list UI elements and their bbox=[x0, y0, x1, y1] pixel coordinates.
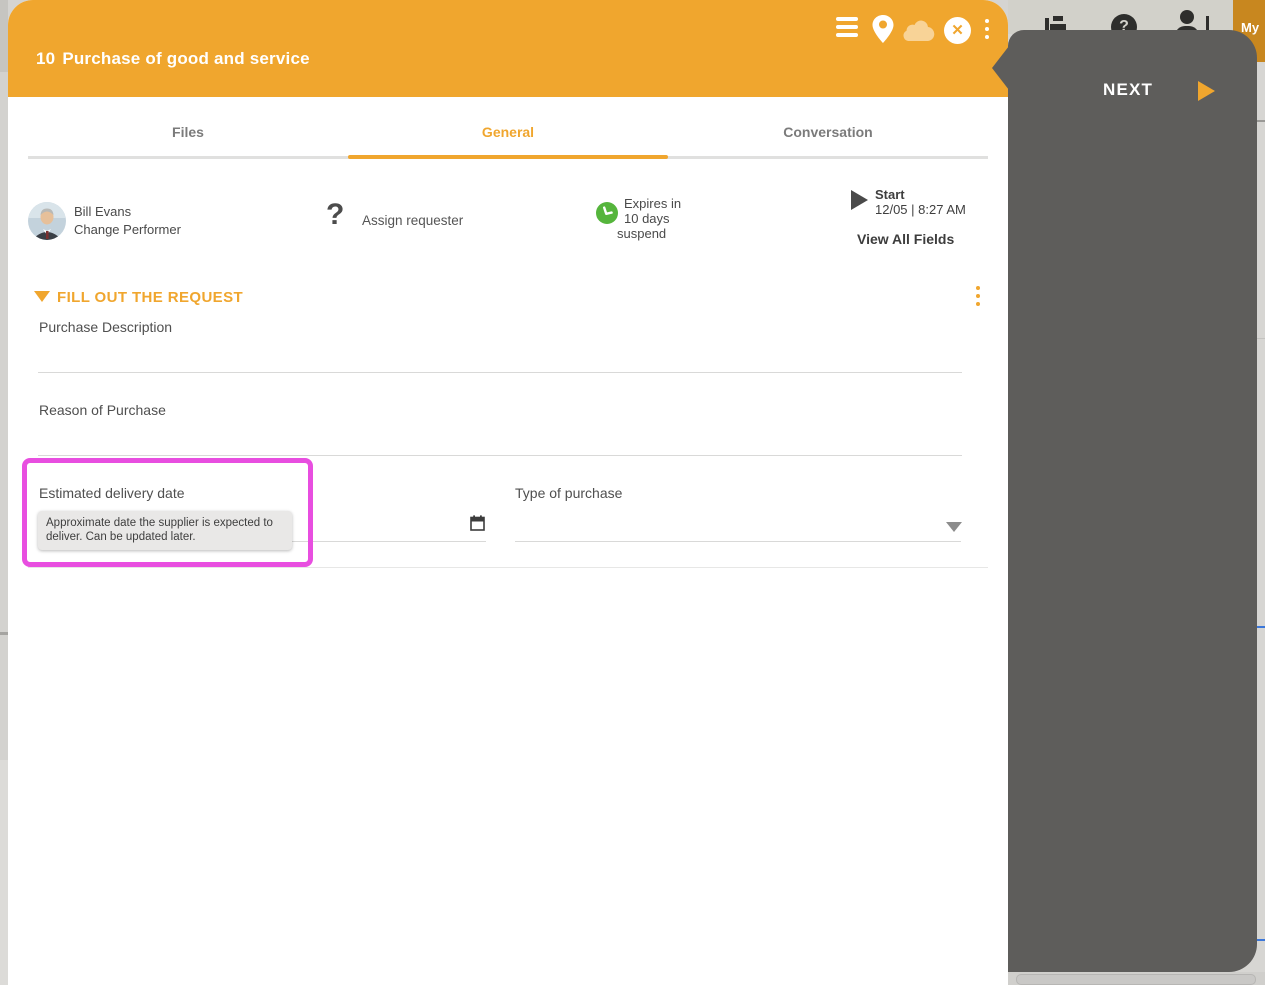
cloud-icon[interactable] bbox=[901, 17, 935, 46]
card-title-text: Purchase of good and service bbox=[62, 49, 310, 68]
screen: ? My 10 Purchase of good and service ✕ F… bbox=[0, 0, 1265, 985]
purchase-description-input[interactable] bbox=[38, 372, 962, 373]
expiry-line3: suspend bbox=[617, 226, 667, 241]
purchase-description-label: Purchase Description bbox=[39, 319, 173, 335]
view-all-fields-button[interactable]: View All Fields bbox=[857, 231, 954, 247]
background-blue-line bbox=[1257, 939, 1265, 941]
triangle-down-icon[interactable] bbox=[34, 291, 50, 302]
reason-of-purchase-label: Reason of Purchase bbox=[39, 402, 166, 418]
card-modal: 10 Purchase of good and service ✕ Files bbox=[8, 0, 1008, 985]
assign-requester-link[interactable]: Assign requester bbox=[362, 213, 463, 228]
dropdown-caret-icon[interactable] bbox=[946, 522, 962, 532]
next-button[interactable]: NEXT bbox=[1103, 80, 1153, 100]
performer-name: Bill Evans bbox=[74, 204, 132, 219]
avatar[interactable] bbox=[28, 202, 66, 240]
background-left-strip bbox=[0, 0, 8, 985]
corner-label: My bbox=[1241, 20, 1260, 35]
play-icon bbox=[851, 190, 868, 210]
start-label: Start bbox=[875, 187, 905, 202]
start-datetime: 12/05 | 8:27 AM bbox=[875, 202, 966, 217]
type-of-purchase-select[interactable] bbox=[515, 541, 961, 542]
question-mark-icon[interactable]: ? bbox=[326, 198, 344, 232]
tab-general[interactable]: General bbox=[482, 124, 534, 140]
expiry-line2: 10 days bbox=[624, 211, 670, 226]
next-play-icon[interactable] bbox=[1198, 81, 1215, 101]
card-title: 10 Purchase of good and service bbox=[36, 49, 310, 69]
background-bottom-bar bbox=[1016, 974, 1256, 985]
vertical-ellipsis-icon[interactable] bbox=[985, 19, 989, 43]
background-toolbar-strip: ? bbox=[1008, 0, 1265, 40]
background-blue-line bbox=[1257, 626, 1265, 628]
clock-icon bbox=[596, 202, 618, 224]
performer-role: Change Performer bbox=[74, 222, 181, 237]
calendar-icon[interactable] bbox=[470, 515, 486, 537]
background-left-divider bbox=[0, 632, 8, 635]
tab-files[interactable]: Files bbox=[172, 124, 204, 140]
background-row-line bbox=[1257, 120, 1265, 122]
expiry-line1: Expires in bbox=[624, 196, 682, 211]
close-icon[interactable]: ✕ bbox=[944, 17, 971, 44]
background-left-top bbox=[0, 0, 8, 72]
card-header: 10 Purchase of good and service ✕ bbox=[8, 0, 1008, 97]
tab-active-indicator bbox=[348, 155, 668, 159]
type-of-purchase-label: Type of purchase bbox=[515, 485, 623, 501]
expiry-status: Expires in 10 days suspend bbox=[617, 196, 682, 241]
card-number: 10 bbox=[36, 49, 56, 68]
reason-of-purchase-input[interactable] bbox=[38, 455, 962, 456]
menu-icon[interactable] bbox=[836, 17, 858, 41]
person-icon bbox=[1180, 10, 1194, 24]
section-divider bbox=[28, 567, 988, 568]
next-overlay-panel: NEXT bbox=[992, 30, 1257, 972]
estimated-delivery-date-label: Estimated delivery date bbox=[39, 485, 185, 501]
delivery-date-tooltip: Approximate date the supplier is expecte… bbox=[38, 511, 292, 550]
background-row-line bbox=[1257, 338, 1265, 339]
location-pin-icon[interactable] bbox=[871, 14, 895, 49]
tab-conversation[interactable]: Conversation bbox=[783, 124, 872, 140]
section-title: FILL OUT THE REQUEST bbox=[57, 289, 244, 306]
background-left-bottom bbox=[0, 760, 8, 985]
section-kebab-icon[interactable] bbox=[976, 286, 980, 310]
